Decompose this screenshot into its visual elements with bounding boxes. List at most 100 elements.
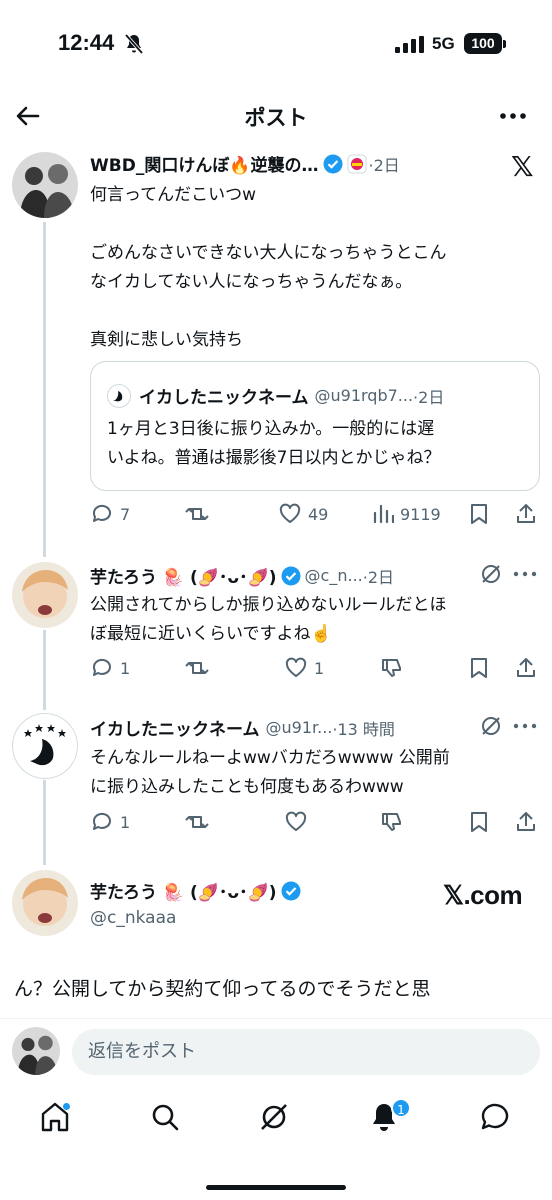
author-handle[interactable]: @c_nkaaa [90, 908, 176, 928]
quote-text: 1ヶ月と3日後に振り込みか。一般的には遅 いよね。普通は撮影後7日以内とかじゃね… [107, 415, 527, 473]
heart-icon [279, 503, 301, 523]
page-title: ポスト [244, 106, 308, 130]
reply-line: 公開されてからしか振り込めないルールだとほ [90, 595, 447, 615]
reply-button[interactable]: 7 [90, 502, 130, 526]
thumbs-down-icon [382, 659, 401, 677]
reply-button[interactable]: 1 [90, 656, 130, 680]
grok-icon[interactable] [480, 715, 502, 737]
post-line: なイカしてない人になっちゃうんだなぁ。 [90, 272, 413, 292]
reply-button[interactable]: 1 [90, 810, 130, 834]
reply-actions: 1 1 [90, 656, 540, 686]
more-options-icon[interactable] [498, 102, 528, 130]
share-icon [517, 812, 535, 831]
bookmark-button[interactable] [468, 502, 490, 526]
reply-line: そんなルールねーよwwバカだろwwww 公開前 [90, 748, 450, 768]
tab-bar [0, 1090, 552, 1150]
author-name[interactable]: 芋たろう 🪼 (🍠･ᴗ･🍠) [90, 878, 277, 903]
signal-icon [395, 36, 424, 53]
reply-count: 1 [120, 812, 131, 832]
home-indicator [206, 1185, 346, 1190]
reply-text: 公開されてからしか振り込めないルールだとほ ぼ最短に近いくらいですよね☝️ [90, 591, 540, 649]
post-text: 何言ってんだこいつw ごめんなさいできない大人になっちゃうとこん なイカしてない… [90, 181, 540, 355]
grok-icon[interactable] [480, 563, 502, 585]
repost-button[interactable] [184, 502, 210, 526]
quote-line: 1ヶ月と3日後に振り込みか。一般的には遅 [107, 419, 435, 439]
post-time[interactable]: ·2日 [369, 152, 400, 176]
views-icon [373, 504, 394, 524]
repost-button[interactable] [184, 810, 210, 834]
bookmark-icon [471, 812, 487, 832]
more-options-icon[interactable] [512, 715, 538, 737]
like-button[interactable]: 1 [284, 656, 324, 680]
status-time: 12:44 [58, 30, 115, 55]
avatar[interactable] [12, 152, 78, 218]
reply-icon [92, 812, 111, 830]
share-button[interactable] [514, 810, 538, 834]
quote-time: ·2日 [413, 387, 445, 407]
verified-badge-icon [281, 566, 301, 585]
network-type: 5G [432, 34, 455, 53]
thread-line [43, 222, 46, 557]
reply-actions: 1 [90, 810, 540, 840]
new-posts-dot [63, 1103, 70, 1110]
thumbs-down-icon [382, 813, 401, 831]
avatar[interactable] [12, 713, 78, 779]
heart-icon [285, 657, 307, 677]
post-time[interactable]: ·13 時間 [332, 716, 395, 740]
post-time[interactable]: ·2日 [363, 564, 394, 588]
like-button[interactable]: 49 [278, 502, 328, 526]
reply-header: イカしたニックネーム @u91r... ·13 時間 [90, 715, 395, 740]
avatar[interactable] [12, 870, 78, 936]
grok-icon[interactable] [257, 1100, 291, 1134]
messages-icon[interactable] [478, 1100, 512, 1134]
share-icon [517, 504, 535, 523]
bookmark-button[interactable] [468, 656, 490, 680]
repost-icon [185, 662, 209, 674]
author-name[interactable]: イカしたニックネーム [90, 715, 260, 740]
battery-nub [503, 40, 506, 48]
post-header: WBD_関口けんぼ🔥逆襲の… ·2日 [90, 151, 400, 176]
views-count: 9119 [400, 504, 441, 524]
reply-input[interactable]: 返信をポスト [72, 1029, 540, 1075]
post-line: 何言ってんだこいつw [90, 185, 257, 205]
more-options-icon[interactable] [512, 563, 538, 585]
nav-header: ポスト [0, 90, 552, 142]
author-handle: @c_n... [304, 566, 363, 585]
reply-text: そんなルールねーよwwバカだろwwww 公開前 に振り込みしたことも何度もあるわ… [90, 744, 540, 802]
reply-line: に振り込みしたことも何度もあるわwww [90, 777, 404, 797]
reply-composer: 返信をポスト [0, 1018, 552, 1082]
post-actions: 7 49 9119 [90, 502, 540, 532]
bookmark-button[interactable] [468, 810, 490, 834]
verified-badge-icon [323, 154, 342, 173]
reply-count: 7 [120, 504, 131, 524]
share-button[interactable] [514, 656, 538, 680]
author-name[interactable]: 芋たろう 🪼 (🍠･ᴗ･🍠) [90, 563, 277, 588]
quote-handle: @u91rqb7... [314, 386, 414, 405]
quoted-post[interactable]: イカしたニックネーム @u91rqb7... ·2日 1ヶ月と3日後に振り込みか… [90, 361, 540, 491]
focused-text: ん？公開してから契約て仰ってるのでそうだと思 [14, 978, 431, 1000]
like-button[interactable] [284, 810, 308, 834]
downvote-button[interactable] [380, 656, 404, 680]
author-name[interactable]: WBD_関口けんぼ🔥逆襲の… [90, 151, 319, 176]
repost-icon [185, 816, 209, 828]
quote-author-name: イカしたニックネーム [139, 388, 309, 408]
like-count: 49 [308, 504, 329, 524]
share-icon [517, 658, 535, 677]
downvote-button[interactable] [380, 810, 404, 834]
watermark: 𝕏.com [443, 880, 523, 910]
repost-button[interactable] [184, 656, 210, 680]
affiliate-badge-icon [347, 154, 366, 173]
thread-line [43, 780, 46, 865]
bookmark-icon [471, 658, 487, 678]
views-button[interactable]: 9119 [372, 502, 441, 526]
share-button[interactable] [514, 502, 538, 526]
reply-line: ぼ最短に近いくらいですよね☝️ [90, 624, 332, 644]
quote-header: イカしたニックネーム @u91rqb7... ·2日 [107, 383, 444, 408]
post-line: 真剣に悲しい気持ち [90, 330, 243, 350]
avatar[interactable] [12, 562, 78, 628]
battery-icon: 100 [464, 33, 502, 54]
post-line [90, 297, 540, 326]
like-count: 1 [314, 658, 325, 678]
search-icon[interactable] [148, 1100, 182, 1134]
author-handle: @u91r... [265, 718, 333, 737]
